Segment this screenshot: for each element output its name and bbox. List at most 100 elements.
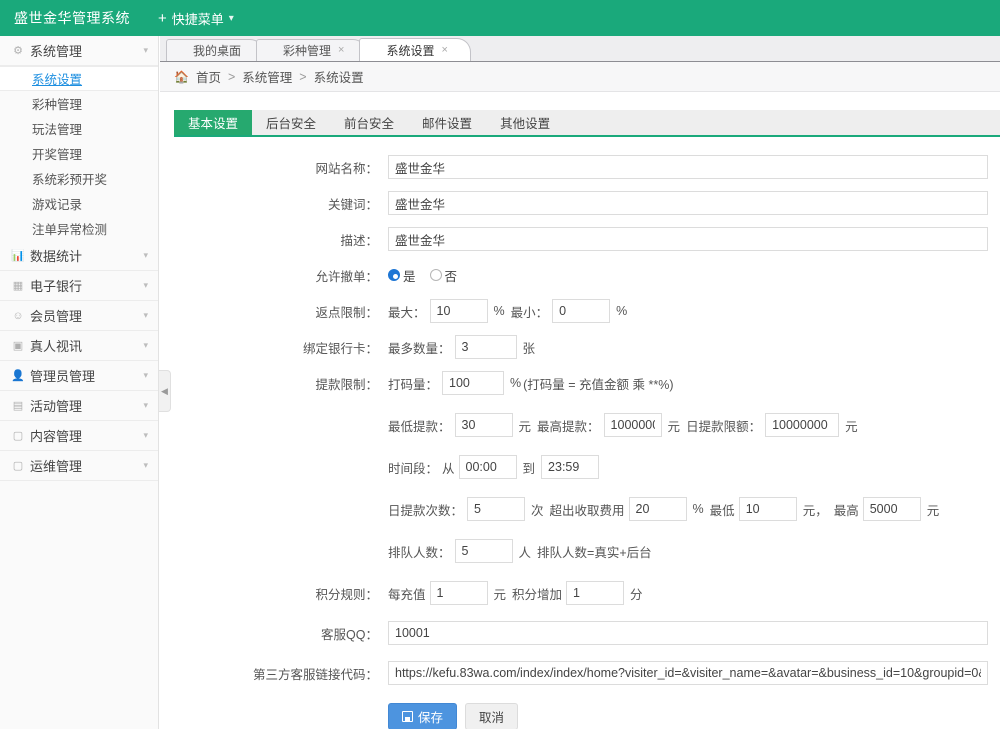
sidebar-item-lottery-types[interactable]: 彩种管理 xyxy=(0,91,158,116)
field-row-bank-card: 绑定银行卡： 最多数量： 张 xyxy=(160,335,1000,359)
description-input[interactable] xyxy=(388,227,988,251)
daily-withdraw-unit: 元 xyxy=(845,416,858,435)
tab-label: 系统设置 xyxy=(386,42,434,59)
sidebar-group-label: 真人视讯 xyxy=(30,336,143,355)
sidebar: ⚙ 系统管理 ▾ 系统设置 彩种管理 玩法管理 开奖管理 系统彩预开奖 游戏记录… xyxy=(0,36,159,729)
withdraw-times-input[interactable] xyxy=(467,497,525,521)
chart-icon: 📊 xyxy=(10,249,26,262)
sidebar-group-ebank[interactable]: ▦ 电子银行 ▾ xyxy=(0,271,158,301)
time-from-label: 从 xyxy=(442,458,455,477)
sidebar-group-admins[interactable]: 👤 管理员管理 ▾ xyxy=(0,361,158,391)
breadcrumb-item-system[interactable]: 系统管理 xyxy=(242,67,292,86)
fee-min-unit: 元， xyxy=(803,500,828,519)
sidebar-group-system[interactable]: ⚙ 系统管理 ▾ xyxy=(0,36,158,66)
sidebar-item-bet-anomaly[interactable]: 注单异常检测 xyxy=(0,216,158,241)
video-icon: ▣ xyxy=(10,339,26,352)
withdraw-times-unit: 次 xyxy=(531,500,544,519)
sidebar-group-members[interactable]: ☺ 会员管理 ▾ xyxy=(0,301,158,331)
quick-menu-button[interactable]: + 快捷菜单 ▾ xyxy=(158,9,234,28)
points-add-label: 积分增加 xyxy=(512,584,562,603)
sidebar-collapse-toggle[interactable]: ◀ xyxy=(159,370,171,412)
cancel-button-label: 取消 xyxy=(479,707,504,726)
rebate-min-label: 最小： xyxy=(511,302,549,321)
sidebar-group-live-video[interactable]: ▣ 真人视讯 ▾ xyxy=(0,331,158,361)
sidebar-item-draw-management[interactable]: 开奖管理 xyxy=(0,141,158,166)
main-content: 我的桌面 彩种管理 × 系统设置 × 🏠 首页 > 系统管理 > 系统设置 基本… xyxy=(160,36,1000,729)
tab-lottery-types[interactable]: 彩种管理 × xyxy=(256,39,367,61)
points-add-input[interactable] xyxy=(566,581,624,605)
list-icon: ▢ xyxy=(10,459,26,472)
bet-amount-input[interactable] xyxy=(442,371,504,395)
fee-max-input[interactable] xyxy=(863,497,921,521)
tab-frontend-security[interactable]: 前台安全 xyxy=(330,110,408,135)
tab-label: 其他设置 xyxy=(500,113,550,132)
tab-other-settings[interactable]: 其他设置 xyxy=(486,110,564,135)
sidebar-group-operations[interactable]: ▢ 运维管理 ▾ xyxy=(0,451,158,481)
sidebar-item-label: 系统彩预开奖 xyxy=(32,169,107,188)
tab-system-settings[interactable]: 系统设置 × xyxy=(359,38,470,61)
save-icon xyxy=(402,711,413,722)
fee-max-unit: 元 xyxy=(927,500,940,519)
field-row-time-period: 时间段： 从 到 xyxy=(160,455,1000,479)
app-brand-title: 盛世金华管理系统 xyxy=(0,8,130,28)
tab-label: 我的桌面 xyxy=(193,42,241,59)
site-name-input[interactable] xyxy=(388,155,988,179)
sidebar-group-statistics[interactable]: 📊 数据统计 ▾ xyxy=(0,241,158,271)
sidebar-item-game-records[interactable]: 游戏记录 xyxy=(0,191,158,216)
tab-basic-settings[interactable]: 基本设置 xyxy=(174,110,252,135)
sidebar-group-content[interactable]: ▢ 内容管理 ▾ xyxy=(0,421,158,451)
field-row-keywords: 关键词： xyxy=(160,191,1000,215)
field-row-withdraw-amounts: 最低提款： 元 最高提款： 元 日提款限额： 元 xyxy=(160,413,1000,437)
sidebar-item-label: 玩法管理 xyxy=(32,119,82,138)
sidebar-item-play-rules[interactable]: 玩法管理 xyxy=(0,116,158,141)
sidebar-item-system-settings[interactable]: 系统设置 xyxy=(0,66,158,91)
sidebar-group-label: 内容管理 xyxy=(30,426,143,445)
time-period-label: 时间段： xyxy=(388,458,438,477)
max-withdraw-input[interactable] xyxy=(604,413,662,437)
chevron-down-icon: ▾ xyxy=(143,370,148,381)
allow-cancel-yes-radio[interactable]: 是 xyxy=(388,266,416,285)
allow-cancel-no-radio[interactable]: 否 xyxy=(430,266,458,285)
max-withdraw-unit: 元 xyxy=(668,416,681,435)
queue-count-unit: 人 xyxy=(519,542,532,561)
sidebar-group-label: 活动管理 xyxy=(30,396,143,415)
third-party-input[interactable] xyxy=(388,661,988,685)
tab-my-desktop[interactable]: 我的桌面 xyxy=(166,39,264,61)
breadcrumb-item-home[interactable]: 首页 xyxy=(196,67,221,86)
rebate-min-unit: % xyxy=(616,304,627,318)
sidebar-item-pre-draw[interactable]: 系统彩预开奖 xyxy=(0,166,158,191)
rebate-min-input[interactable] xyxy=(552,299,610,323)
queue-count-input[interactable] xyxy=(455,539,513,563)
points-per-input[interactable] xyxy=(430,581,488,605)
sidebar-group-label: 运维管理 xyxy=(30,456,143,475)
bank-card-count-input[interactable] xyxy=(455,335,517,359)
sidebar-item-label: 注单异常检测 xyxy=(32,219,107,238)
service-qq-input[interactable] xyxy=(388,621,988,645)
tab-label: 彩种管理 xyxy=(283,42,331,59)
chevron-down-icon: ▾ xyxy=(229,13,234,24)
min-withdraw-input[interactable] xyxy=(455,413,513,437)
cancel-button[interactable]: 取消 xyxy=(465,703,518,729)
min-withdraw-unit: 元 xyxy=(519,416,532,435)
rebate-max-input[interactable] xyxy=(430,299,488,323)
third-party-label: 第三方客服链接代码： xyxy=(160,664,388,683)
field-row-rebate-limit: 返点限制： 最大： % 最小： % xyxy=(160,299,1000,323)
tab-backend-security[interactable]: 后台安全 xyxy=(252,110,330,135)
daily-withdraw-input[interactable] xyxy=(765,413,839,437)
save-button[interactable]: 保存 xyxy=(388,703,457,729)
keywords-input[interactable] xyxy=(388,191,988,215)
page-tab-bar: 我的桌面 彩种管理 × 系统设置 × xyxy=(160,36,1000,62)
sidebar-group-activities[interactable]: ▤ 活动管理 ▾ xyxy=(0,391,158,421)
tab-mail-settings[interactable]: 邮件设置 xyxy=(408,110,486,135)
daily-withdraw-label: 日提款限额： xyxy=(686,416,761,435)
excess-fee-input[interactable] xyxy=(629,497,687,521)
time-to-input[interactable] xyxy=(541,455,599,479)
time-from-input[interactable] xyxy=(459,455,517,479)
plus-icon: + xyxy=(158,11,167,26)
calendar-icon: ▤ xyxy=(10,399,26,412)
chevron-down-icon: ▾ xyxy=(143,340,148,351)
fee-min-input[interactable] xyxy=(739,497,797,521)
chevron-down-icon: ▾ xyxy=(143,460,148,471)
close-icon[interactable]: × xyxy=(441,45,447,56)
close-icon[interactable]: × xyxy=(338,45,344,56)
